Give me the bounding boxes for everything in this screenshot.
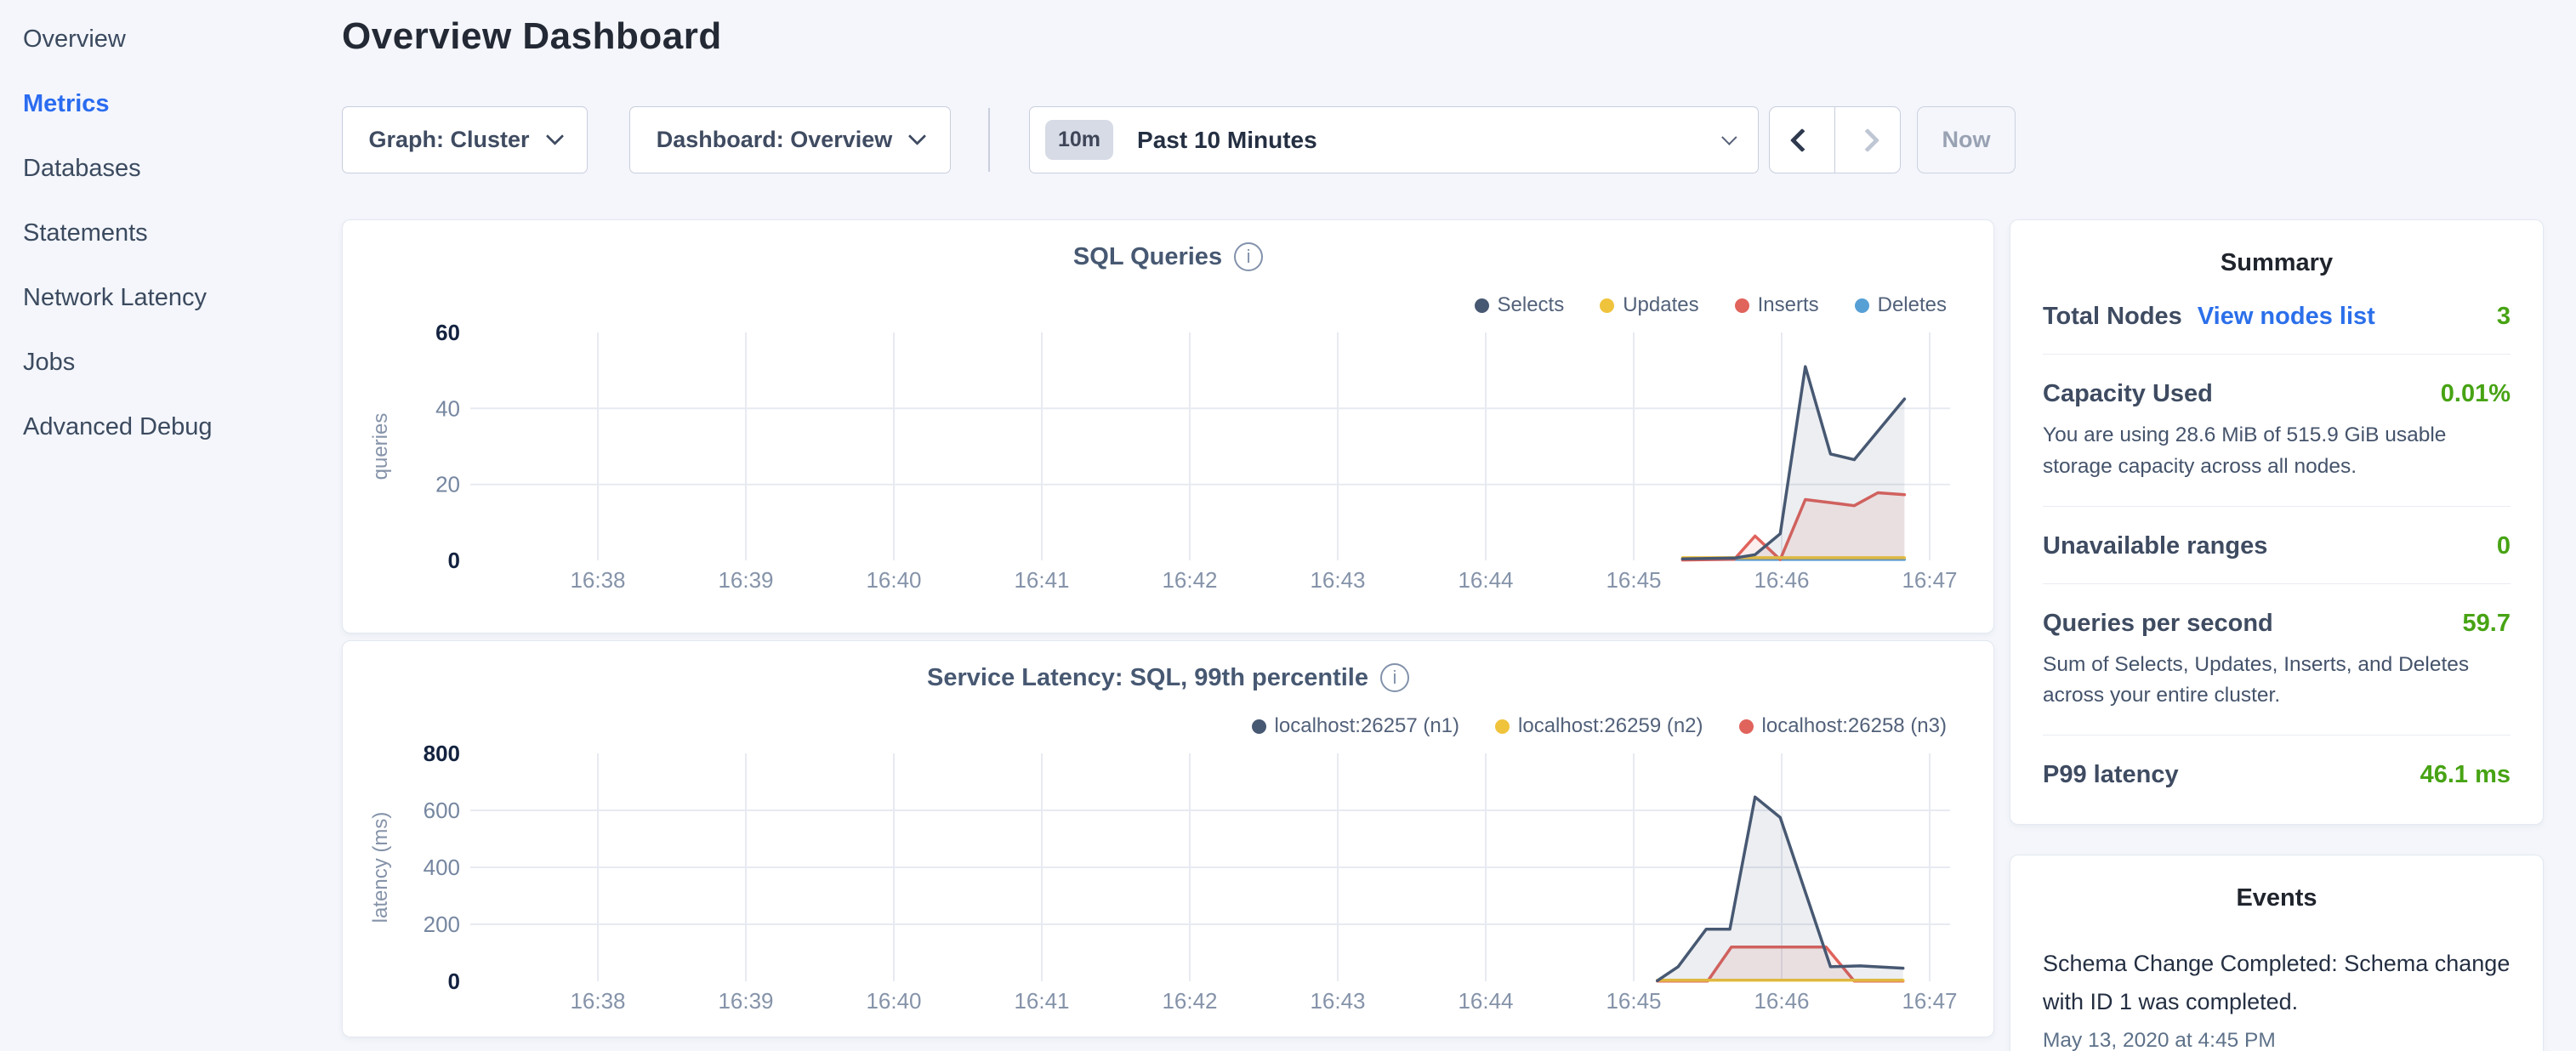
chevron-down-icon — [1721, 129, 1737, 145]
time-next-button[interactable] — [1834, 107, 1900, 173]
svg-text:200: 200 — [424, 912, 460, 937]
now-button[interactable]: Now — [1917, 106, 2016, 173]
service-latency-plot: 0 200 400 600 800 16:38 16:39 16:40 16:41 16:42 16… — [343, 641, 1995, 1038]
summary-value: 3 — [2497, 303, 2511, 331]
svg-text:16:40: 16:40 — [866, 567, 921, 593]
summary-value: 0 — [2497, 532, 2511, 560]
time-window-label: Past 10 Minutes — [1137, 127, 1721, 154]
summary-description: Sum of Selects, Updates, Inserts, and De… — [2043, 650, 2485, 713]
summary-title: Summary — [2043, 220, 2511, 277]
svg-text:16:39: 16:39 — [718, 988, 773, 1014]
service-latency-chart-card: Service Latency: SQL, 99th percentile lo… — [342, 640, 1994, 1037]
summary-row-total-nodes: Total Nodes View nodes list 3 — [2043, 277, 2511, 355]
summary-value: 46.1 ms — [2420, 761, 2511, 789]
svg-text:600: 600 — [424, 798, 460, 823]
events-panel: Events Schema Change Completed: Schema c… — [2010, 855, 2544, 1051]
sql-queries-plot: 0 20 40 60 16:38 16:39 16:40 16:41 16:42 16:43 16:… — [343, 220, 1995, 634]
time-step-buttons — [1769, 106, 1901, 173]
dashboard-dropdown-label: Dashboard: Overview — [657, 127, 893, 153]
sidebar-item-overview[interactable]: Overview — [0, 7, 340, 71]
svg-text:16:45: 16:45 — [1606, 988, 1661, 1014]
svg-text:16:45: 16:45 — [1606, 567, 1661, 593]
graph-dropdown[interactable]: Graph: Cluster — [342, 106, 588, 173]
event-timestamp: May 13, 2020 at 4:45 PM — [2043, 1029, 2511, 1051]
svg-text:16:46: 16:46 — [1754, 567, 1809, 593]
time-prev-button[interactable] — [1770, 107, 1834, 173]
summary-panel: Summary Total Nodes View nodes list 3 Ca… — [2010, 219, 2544, 825]
summary-label: Capacity Used — [2043, 380, 2213, 408]
summary-row-p99-latency: P99 latency 46.1 ms — [2043, 736, 2511, 812]
svg-text:16:43: 16:43 — [1310, 988, 1365, 1014]
svg-text:16:47: 16:47 — [1902, 567, 1957, 593]
svg-text:16:46: 16:46 — [1754, 988, 1809, 1014]
svg-text:16:42: 16:42 — [1162, 988, 1217, 1014]
sidebar-item-statements[interactable]: Statements — [0, 201, 340, 265]
sidebar-item-metrics[interactable]: Metrics — [0, 71, 340, 136]
summary-row-queries-per-second: Queries per second 59.7 Sum of Selects, … — [2043, 584, 2511, 736]
svg-text:16:38: 16:38 — [570, 567, 625, 593]
svg-text:latency (ms): latency (ms) — [369, 812, 392, 923]
svg-text:16:41: 16:41 — [1014, 567, 1069, 593]
svg-text:16:44: 16:44 — [1458, 988, 1513, 1014]
events-title: Events — [2043, 855, 2511, 912]
svg-text:60: 60 — [435, 320, 460, 345]
svg-text:queries: queries — [369, 413, 392, 480]
summary-row-unavailable-ranges: Unavailable ranges 0 — [2043, 507, 2511, 584]
sidebar-item-network-latency[interactable]: Network Latency — [0, 265, 340, 330]
summary-value: 0.01% — [2441, 380, 2511, 408]
chevron-down-icon — [908, 128, 926, 145]
summary-row-capacity-used: Capacity Used 0.01% You are using 28.6 M… — [2043, 355, 2511, 507]
summary-label: Total Nodes — [2043, 303, 2182, 331]
page-title: Overview Dashboard — [342, 15, 722, 58]
sql-queries-chart-card: SQL Queries SelectsUpdatesInsertsDeletes… — [342, 219, 1994, 633]
summary-value: 59.7 — [2463, 610, 2511, 638]
time-window-badge: 10m — [1045, 120, 1113, 160]
svg-text:16:44: 16:44 — [1458, 567, 1513, 593]
chevron-left-icon — [1790, 128, 1814, 151]
time-window-selector[interactable]: 10m Past 10 Minutes — [1029, 106, 1759, 173]
svg-text:40: 40 — [435, 395, 460, 421]
svg-text:16:38: 16:38 — [570, 988, 625, 1014]
event-message: Schema Change Completed: Schema change w… — [2043, 945, 2511, 1020]
svg-text:16:42: 16:42 — [1162, 567, 1217, 593]
sidebar-item-databases[interactable]: Databases — [0, 136, 340, 201]
svg-text:16:40: 16:40 — [866, 988, 921, 1014]
controls-bar: Graph: Cluster Dashboard: Overview 10m P… — [342, 106, 2016, 173]
graph-dropdown-label: Graph: Cluster — [368, 127, 529, 153]
chevron-down-icon — [545, 128, 563, 145]
summary-description: You are using 28.6 MiB of 515.9 GiB usab… — [2043, 420, 2485, 483]
svg-text:20: 20 — [435, 472, 460, 497]
svg-text:16:41: 16:41 — [1014, 988, 1069, 1014]
dashboard-dropdown[interactable]: Dashboard: Overview — [629, 106, 951, 173]
summary-label: P99 latency — [2043, 761, 2179, 789]
chevron-right-icon — [1856, 128, 1879, 151]
summary-label: Unavailable ranges — [2043, 532, 2267, 560]
svg-text:16:47: 16:47 — [1902, 988, 1957, 1014]
svg-text:0: 0 — [448, 548, 460, 573]
summary-label: Queries per second — [2043, 610, 2273, 638]
svg-text:16:43: 16:43 — [1310, 567, 1365, 593]
svg-text:800: 800 — [424, 741, 460, 766]
svg-text:16:39: 16:39 — [718, 567, 773, 593]
svg-text:400: 400 — [424, 855, 460, 880]
svg-text:0: 0 — [448, 969, 460, 994]
view-nodes-list-link[interactable]: View nodes list — [2198, 303, 2375, 331]
sidebar: Overview Metrics Databases Statements Ne… — [0, 0, 340, 459]
sidebar-item-advanced-debug[interactable]: Advanced Debug — [0, 395, 340, 459]
vertical-divider — [988, 108, 990, 172]
sidebar-item-jobs[interactable]: Jobs — [0, 330, 340, 395]
